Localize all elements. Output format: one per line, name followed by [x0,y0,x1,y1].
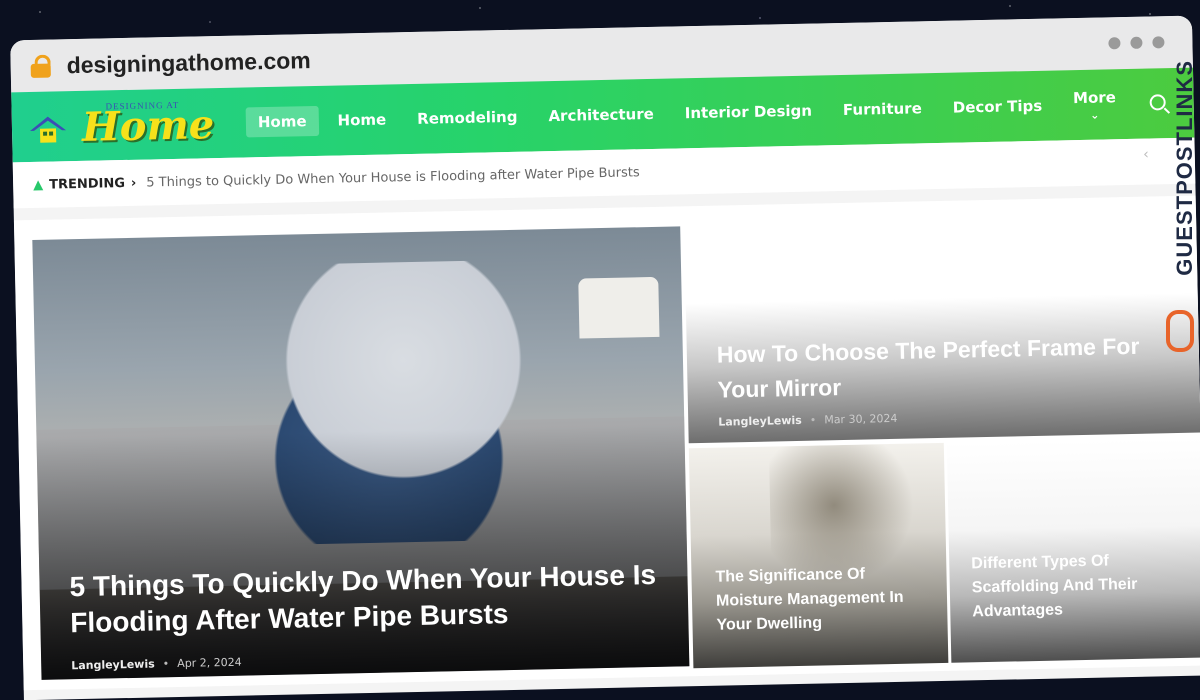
link-icon [1166,310,1194,352]
post-date: Apr 2, 2024 [177,655,242,671]
lamp-image [578,276,660,339]
featured-grid: 5 Things To Quickly Do When Your House I… [13,195,1200,691]
watermark-text: GUESTPOSTLINKS [1172,60,1197,276]
window-controls [1108,36,1165,50]
side-post-meta: LangleyLewis • Mar 30, 2024 [718,411,898,429]
post-date: Mar 30, 2024 [824,411,898,427]
hero-post-title[interactable]: 5 Things To Quickly Do When Your House I… [69,557,664,641]
window-dot-icon[interactable] [1108,37,1121,50]
browser-window: designingathome.com DESIGNING AT Home Ho… [10,15,1200,700]
small-post-card[interactable]: Different Types Of Scaffolding And Their… [946,437,1200,663]
trending-headline-link[interactable]: 5 Things to Quickly Do When Your House i… [146,165,640,190]
chevron-left-icon[interactable]: ‹ [1143,147,1149,163]
more-label: More [1072,88,1117,108]
nav-item-furniture[interactable]: Furniture [831,93,934,125]
house-logo-icon [30,116,67,143]
window-dot-icon[interactable] [1152,36,1165,49]
post-author[interactable]: LangleyLewis [71,657,155,672]
side-post-card[interactable]: How To Choose The Perfect Frame For Your… [684,217,1200,444]
small-post-card[interactable]: The Significance Of Moisture Management … [688,442,949,669]
post-author[interactable]: LangleyLewis [718,414,802,429]
nav-menu: Home Home Remodeling Architecture Interi… [245,82,1135,145]
nav-item-more[interactable]: More ⌄ [1061,82,1129,127]
nav-item-home-active[interactable]: Home [245,105,319,138]
small-post-title[interactable]: The Significance Of Moisture Management … [715,561,923,637]
nav-item-remodeling[interactable]: Remodeling [405,102,530,135]
side-post-title[interactable]: How To Choose The Perfect Frame For Your… [717,328,1176,408]
site-logo[interactable]: DESIGNING AT Home [25,95,216,155]
flame-icon: ▲ [33,177,44,193]
watermark: GUESTPOSTLINKS [1160,60,1200,360]
url-text[interactable]: designingathome.com [66,47,311,79]
lock-icon [30,54,51,78]
chevron-down-icon: ⌄ [1090,108,1100,122]
nav-item-architecture[interactable]: Architecture [536,99,666,132]
nav-item-home[interactable]: Home [325,104,398,136]
trending-label: TRENDING [49,175,126,193]
nav-item-decor-tips[interactable]: Decor Tips [940,91,1054,123]
nav-item-interior-design[interactable]: Interior Design [672,95,824,128]
small-post-title[interactable]: Different Types Of Scaffolding And Their… [971,548,1180,624]
trending-arrow-icon: › [130,175,137,191]
logo-wordmark: Home [81,101,215,151]
hero-post-card[interactable]: 5 Things To Quickly Do When Your House I… [32,226,690,680]
window-dot-icon[interactable] [1130,36,1143,49]
